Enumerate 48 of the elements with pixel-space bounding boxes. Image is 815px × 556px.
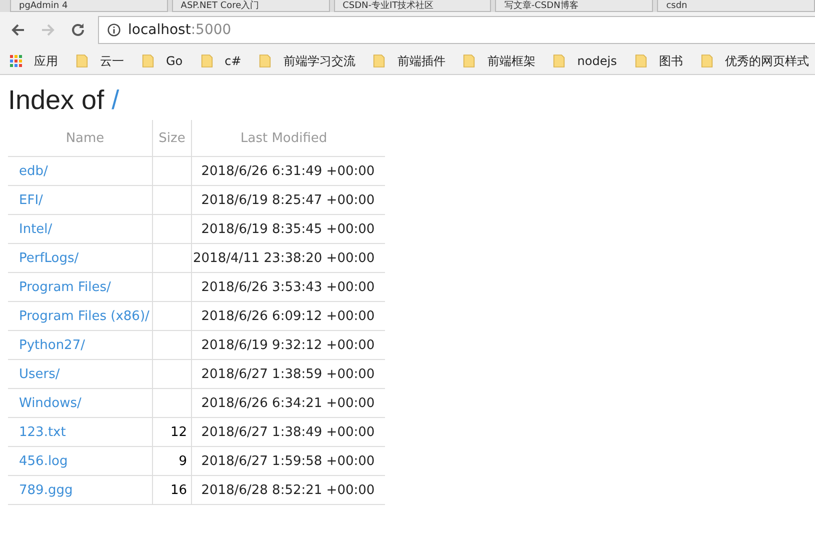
column-header: Name xyxy=(8,120,152,156)
folder-icon xyxy=(373,54,386,68)
modified-date: 2018/4/11 23:38:20 +00:00 xyxy=(193,250,375,266)
bookmark[interactable]: 图书 xyxy=(634,52,683,70)
browser-tab[interactable]: 写文章-CSDN博客 xyxy=(495,0,654,12)
bookmark[interactable]: 应用 xyxy=(10,52,58,70)
bookmark[interactable]: 前端框架 xyxy=(463,52,536,70)
modified-date: 2018/6/28 8:52:21 +00:00 xyxy=(201,482,375,498)
modified-date: 2018/6/19 8:35:45 +00:00 xyxy=(201,222,375,236)
back-icon[interactable] xyxy=(10,22,26,38)
folder-icon xyxy=(76,54,88,68)
page-heading: Index of xyxy=(8,85,104,115)
modified-date: 2018/6/27 1:38:49 +00:00 xyxy=(201,424,375,440)
modified-date: 2018/6/19 8:25:47 +00:00 xyxy=(201,192,375,208)
browser-tab[interactable]: ASP.NET Core入门 xyxy=(172,0,330,12)
folder-icon xyxy=(634,54,647,68)
folder-icon xyxy=(463,54,476,68)
folder-icon xyxy=(200,54,213,68)
folder-icon xyxy=(142,54,154,68)
modified-date: 2018/6/27 1:59:58 +00:00 xyxy=(201,454,375,468)
browser-tab[interactable]: CSDN-专业IT技术社区 xyxy=(334,0,492,12)
apps-grid-icon xyxy=(10,55,22,67)
file-size: 9 xyxy=(178,454,187,468)
reload-icon[interactable] xyxy=(70,22,86,38)
bookmark[interactable]: 优秀的网页样式 xyxy=(700,52,809,70)
modified-date: 2018/6/26 6:09:12 +00:00 xyxy=(201,308,375,324)
bookmark[interactable]: 前端学习交流 xyxy=(259,52,356,70)
modified-date: 2018/6/26 6:31:49 +00:00 xyxy=(201,164,375,178)
bookmark[interactable]: 云一 xyxy=(76,52,124,70)
modified-date: 2018/6/26 3:53:43 +00:00 xyxy=(201,280,375,294)
browser-tab[interactable]: csdn xyxy=(657,0,815,12)
address-field[interactable]: localhost:5000 xyxy=(98,16,815,44)
file-size: 16 xyxy=(170,482,187,498)
info-icon xyxy=(107,23,121,37)
modified-date: 2018/6/26 6:34:21 +00:00 xyxy=(201,396,375,410)
column-header: Size xyxy=(152,120,192,156)
folder-icon xyxy=(700,54,713,68)
modified-date: 2018/6/19 9:32:12 +00:00 xyxy=(201,338,375,352)
bookmark[interactable]: c# xyxy=(200,54,242,68)
browser-tab[interactable]: pgAdmin 4 xyxy=(10,0,168,12)
modified-date: 2018/6/27 1:38:59 +00:00 xyxy=(201,366,375,382)
folder-icon xyxy=(259,54,272,68)
column-header: Last Modified xyxy=(192,120,385,156)
file-size: 12 xyxy=(170,424,187,440)
bookmark[interactable]: 前端插件 xyxy=(373,52,446,70)
folder-icon xyxy=(553,54,566,68)
bookmark[interactable]: Go xyxy=(142,54,183,68)
bookmark[interactable]: nodejs xyxy=(553,54,617,68)
